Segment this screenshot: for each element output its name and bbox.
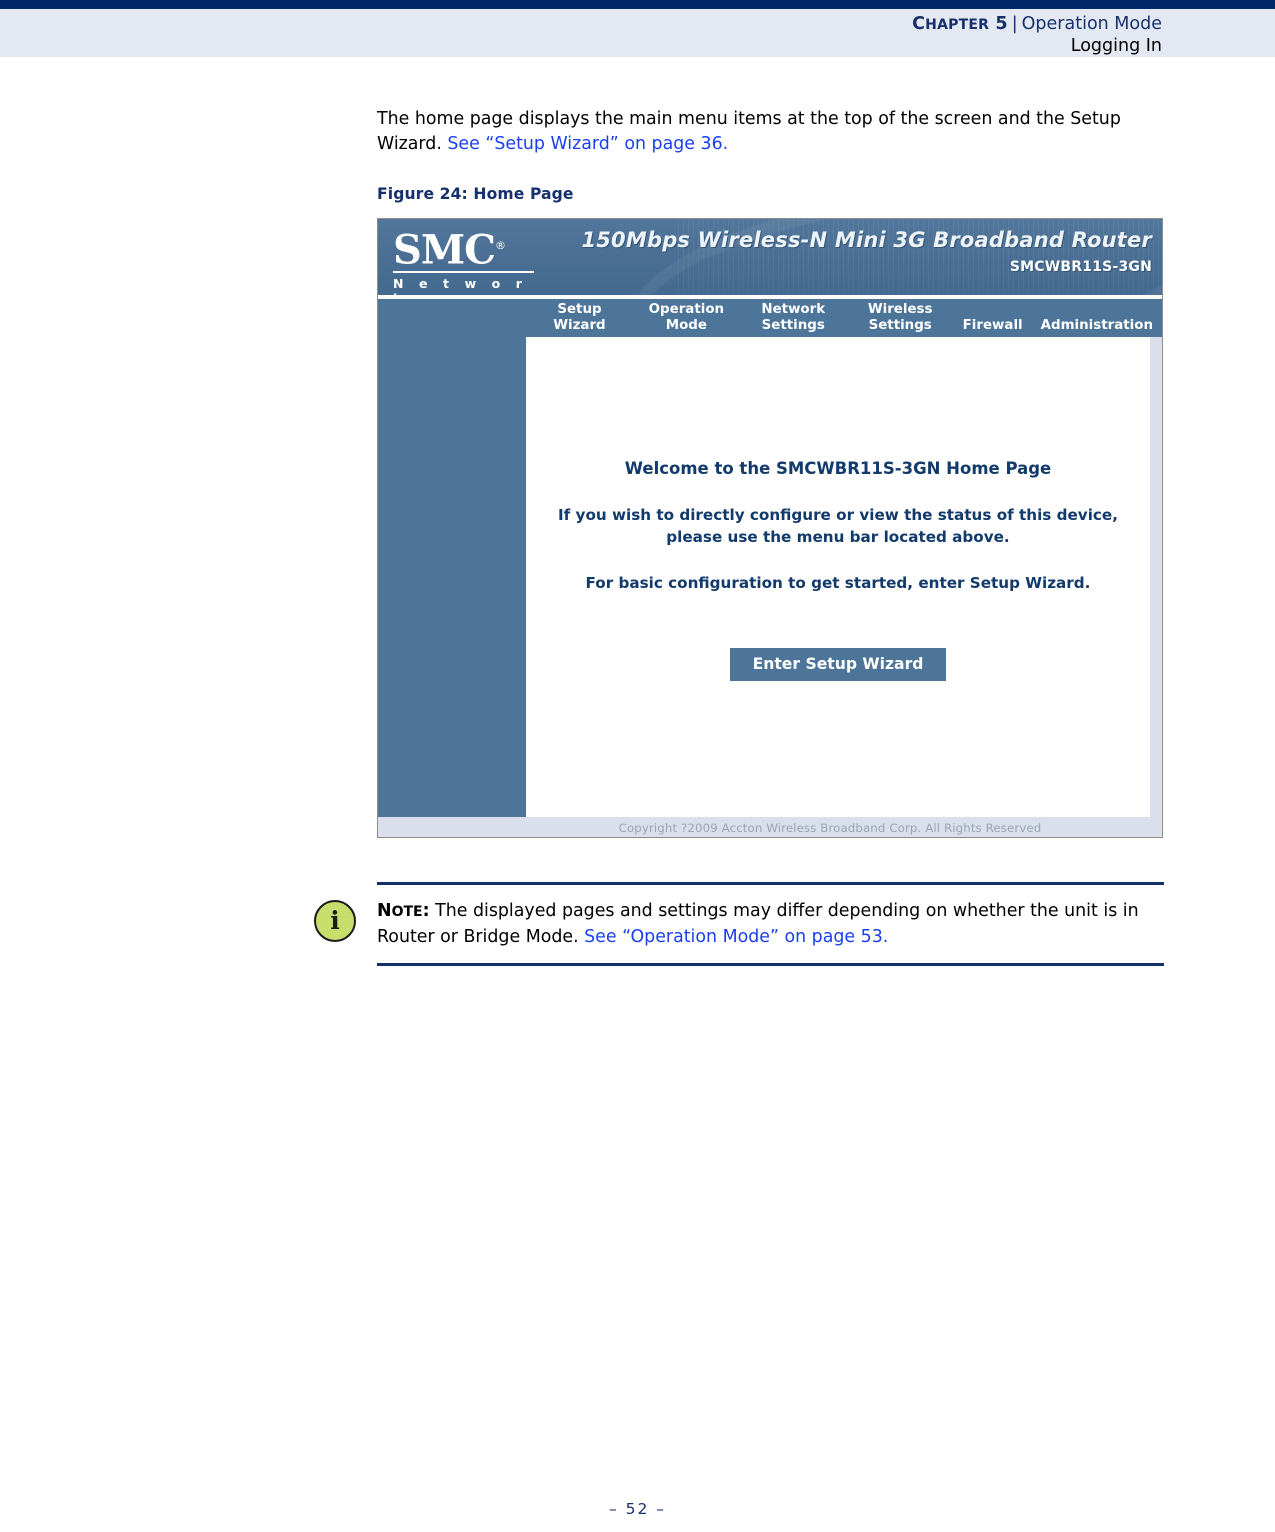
operation-mode-crossref-link[interactable]: See “Operation Mode” on page 53.	[584, 927, 888, 947]
enter-setup-wizard-button[interactable]: Enter Setup Wizard	[729, 648, 947, 681]
header-separator: |	[1011, 14, 1018, 34]
intro-paragraph: The home page displays the main menu ite…	[377, 107, 1167, 157]
nav-item-firewall[interactable]: Firewall	[954, 303, 1032, 334]
router-body: Welcome to the SMCWBR11S-3GN Home Page I…	[378, 337, 1162, 817]
note-text: NOTE: The displayed pages and settings m…	[377, 899, 1164, 950]
nav-item-administration[interactable]: Administration	[1032, 303, 1162, 334]
router-banner: SMC® N e t w o r k s 150Mbps Wireless-N …	[378, 219, 1162, 295]
chapter-label: CHAPTER 5	[912, 14, 1008, 34]
nav-item-setup-wizard-line1: Setup	[557, 302, 602, 317]
page-number: – 52 –	[608, 1500, 667, 1518]
router-copyright-text: Copyright ?2009 Accton Wireless Broadban…	[618, 821, 1042, 835]
router-content-wrapper: Welcome to the SMCWBR11S-3GN Home Page I…	[526, 337, 1162, 817]
router-model-number: SMCWBR11S-3GN	[1009, 259, 1152, 275]
nav-item-network-settings-line1: Network	[761, 302, 826, 317]
nav-item-network-settings[interactable]: Network Settings	[740, 302, 847, 334]
note-callout: i NOTE: The displayed pages and settings…	[314, 882, 1164, 966]
welcome-block: Welcome to the SMCWBR11S-3GN Home Page I…	[526, 459, 1150, 681]
top-rule	[0, 0, 1275, 9]
nav-item-wireless-settings-line1: Wireless	[867, 302, 933, 317]
router-content-right-gutter	[1150, 337, 1162, 817]
figure-home-page-screenshot: SMC® N e t w o r k s 150Mbps Wireless-N …	[377, 218, 1163, 838]
router-sidebar	[378, 337, 526, 817]
smc-logo-tagline: N e t w o r k s	[393, 276, 528, 295]
setup-wizard-crossref-link[interactable]: See “Setup Wizard” on page 36.	[447, 134, 728, 154]
nav-item-wireless-settings[interactable]: Wireless Settings	[847, 302, 954, 334]
info-icon: i	[314, 900, 356, 942]
smc-logo: SMC® N e t w o r k s	[393, 226, 548, 295]
note-bottom-rule	[377, 963, 1164, 966]
nav-item-setup-wizard[interactable]: Setup Wizard	[526, 302, 633, 334]
welcome-heading: Welcome to the SMCWBR11S-3GN Home Page	[624, 459, 1052, 478]
router-navbar: Setup Wizard Operation Mode Network Sett…	[378, 299, 1162, 337]
header-chapter-title: Operation Mode	[1021, 14, 1162, 34]
welcome-paragraph-2: For basic configuration to get started, …	[585, 574, 1091, 592]
welcome-paragraph-1-line1: If you wish to directly configure or vie…	[558, 506, 1118, 524]
note-content: i NOTE: The displayed pages and settings…	[314, 885, 1164, 963]
router-nav-items: Setup Wizard Operation Mode Network Sett…	[526, 299, 1162, 337]
nav-item-setup-wizard-line2: Wizard	[553, 318, 606, 333]
router-footer: Copyright ?2009 Accton Wireless Broadban…	[378, 817, 1162, 837]
welcome-paragraph-1-line2: please use the menu bar located above.	[666, 528, 1010, 546]
nav-item-wireless-settings-line2: Settings	[868, 318, 932, 333]
figure-caption: Figure 24: Home Page	[377, 185, 574, 203]
header-chapter-line: CHAPTER 5 | Operation Mode	[912, 14, 1162, 34]
header-section-title: Logging In	[1070, 36, 1162, 56]
nav-item-network-settings-line2: Settings	[761, 318, 825, 333]
router-product-title: 150Mbps Wireless-N Mini 3G Broadband Rou…	[581, 228, 1152, 252]
router-content-panel: Welcome to the SMCWBR11S-3GN Home Page I…	[526, 337, 1150, 817]
note-label: NOTE:	[377, 901, 430, 921]
welcome-paragraph-1: If you wish to directly configure or vie…	[526, 504, 1150, 548]
nav-item-operation-mode-line1: Operation	[648, 302, 725, 317]
nav-item-operation-mode-line2: Mode	[665, 318, 707, 333]
smc-logo-wordmark: SMC®	[393, 226, 506, 274]
nav-item-operation-mode[interactable]: Operation Mode	[633, 302, 740, 334]
page-running-header: CHAPTER 5 | Operation Mode Logging In	[0, 9, 1275, 57]
info-icon-glyph: i	[330, 906, 340, 935]
registered-trademark-icon: ®	[495, 239, 506, 252]
